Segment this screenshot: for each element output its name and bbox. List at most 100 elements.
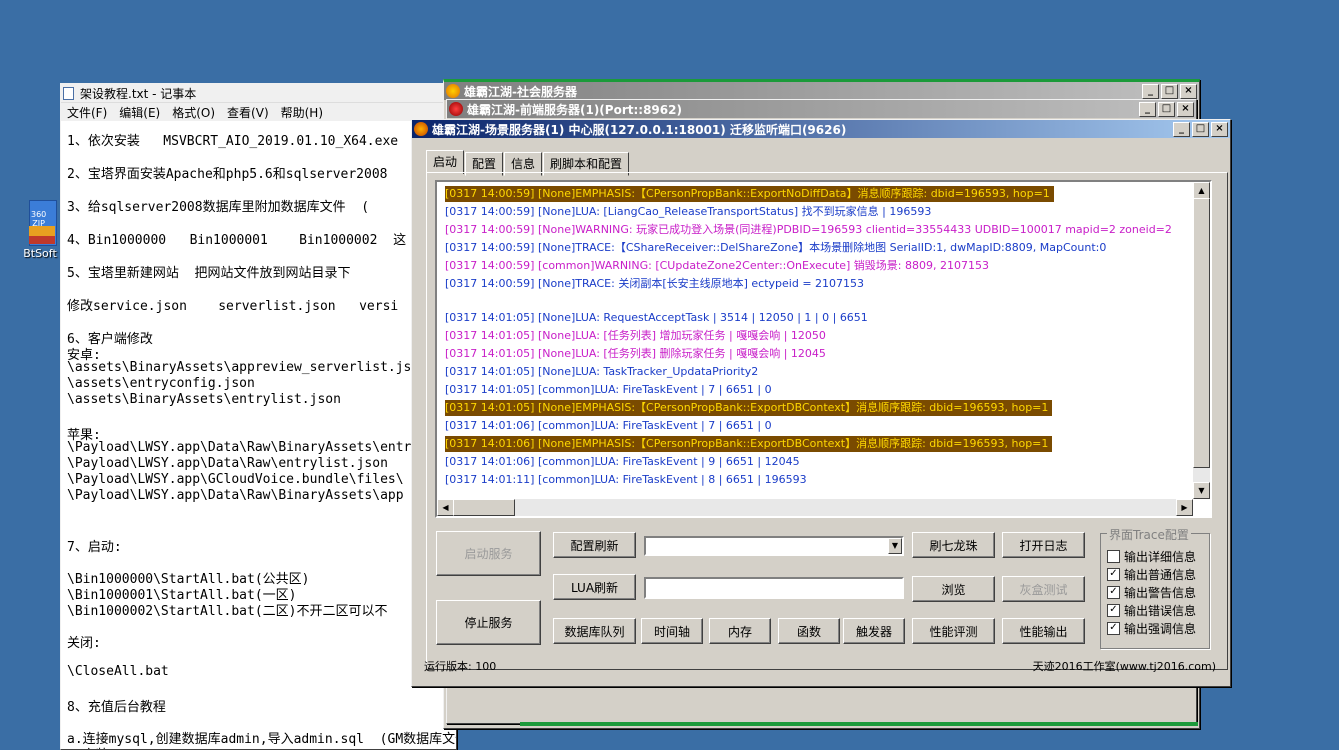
checkbox[interactable]: ✓: [1107, 586, 1120, 599]
menu-format[interactable]: 格式(O): [172, 104, 215, 121]
close-button[interactable]: ×: [1180, 83, 1197, 99]
checkbox[interactable]: [1107, 550, 1120, 563]
notepad-line: 关闭:: [67, 636, 101, 651]
notepad-line: \Payload\LWSY.app\Data\Raw\BinaryAssets\…: [67, 488, 404, 503]
front-server-titlebar[interactable]: 雄霸江湖-前端服务器(1)(Port::8962) _ □ ×: [447, 100, 1196, 118]
log-output[interactable]: [0317 14:00:59] [None]EMPHASIS:【CPersonP…: [435, 180, 1212, 518]
minimize-button[interactable]: _: [1142, 83, 1159, 99]
log-line: [0317 14:01:05] [None]LUA: [任务列表] 删除玩家任务…: [445, 347, 826, 360]
log-line: [0317 14:01:05] [None]EMPHASIS:【CPersonP…: [445, 400, 1053, 416]
browse-button[interactable]: 浏览: [912, 576, 995, 602]
functions-button[interactable]: 函数: [778, 618, 840, 644]
notepad-line: \CloseAll.bat: [67, 664, 169, 679]
chevron-down-icon[interactable]: ▼: [888, 538, 902, 554]
app-icon: [446, 84, 460, 98]
log-line: [0317 14:01:05] [common]LUA: FireTaskEve…: [445, 383, 772, 396]
social-server-titlebar[interactable]: 雄霸江湖-社会服务器 _ □ ×: [444, 82, 1199, 100]
start-service-button[interactable]: 启动服务: [436, 531, 541, 576]
menu-file[interactable]: 文件(F): [67, 104, 107, 121]
checkbox-label: 输出强调信息: [1124, 622, 1197, 636]
log-line: [0317 14:00:59] [common]WARNING: [CUpdat…: [445, 259, 989, 272]
scroll-left-arrow-icon[interactable]: ◀: [437, 499, 454, 516]
stop-service-button[interactable]: 停止服务: [436, 600, 541, 645]
notepad-title: 架设教程.txt - 记事本: [80, 86, 197, 101]
minimize-button[interactable]: _: [1173, 121, 1190, 137]
lua-refresh-button[interactable]: LUA刷新: [553, 574, 636, 600]
notepad-titlebar[interactable]: 架设教程.txt - 记事本: [61, 84, 456, 103]
notepad-line: \assets\BinaryAssets\appreview_serverlis…: [67, 360, 428, 375]
maximize-button[interactable]: □: [1158, 101, 1175, 117]
notepad-line: 2、宝塔界面安装Apache和php5.6和sqlserver2008: [67, 167, 388, 182]
notepad-line: 7、启动:: [67, 540, 122, 555]
notepad-line: 1、依次安装 MSVBCRT_AIO_2019.01.10_X64.exe: [67, 134, 399, 149]
config-refresh-button[interactable]: 配置刷新: [553, 532, 636, 558]
close-button[interactable]: ×: [1177, 101, 1194, 117]
trace-config-title: 界面Trace配置: [1107, 526, 1191, 543]
trace-config-group: 界面Trace配置 输出详细信息 ✓ 输出普通信息 ✓ 输出警告信息 ✓ 输出错…: [1100, 526, 1210, 649]
archive-badge: 360 ZIP: [31, 210, 47, 228]
perf-eval-button[interactable]: 性能评测: [912, 618, 995, 644]
log-line: [0317 14:01:06] [common]LUA: FireTaskEve…: [445, 419, 772, 432]
checkbox[interactable]: ✓: [1107, 568, 1120, 581]
notepad-icon: [63, 86, 74, 100]
perf-output-button[interactable]: 性能输出: [1002, 618, 1085, 644]
trace-option-verbose[interactable]: 输出详细信息: [1107, 548, 1196, 565]
tab-start[interactable]: 启动: [426, 150, 465, 174]
log-line: [0317 14:01:05] [None]LUA: TaskTracker_U…: [445, 365, 759, 378]
trace-option-emphasis[interactable]: ✓ 输出强调信息: [1107, 620, 1196, 637]
log-line: [0317 14:01:05] [None]LUA: RequestAccept…: [445, 311, 868, 324]
log-line: [0317 14:01:06] [None]EMPHASIS:【CPersonP…: [445, 436, 1053, 452]
scroll-right-arrow-icon[interactable]: ▶: [1176, 499, 1193, 516]
log-horizontal-scrollbar[interactable]: ◀ ▶: [437, 499, 1193, 516]
log-line: [0317 14:01:06] [common]LUA: FireTaskEve…: [445, 455, 800, 468]
log-vertical-scrollbar[interactable]: ▲ ▼: [1193, 182, 1210, 499]
notepad-line: \assets\BinaryAssets\entrylist.json: [67, 392, 341, 407]
minimize-button[interactable]: _: [1139, 101, 1156, 117]
log-line: [0317 14:00:59] [None]EMPHASIS:【CPersonP…: [445, 186, 1054, 202]
checkbox-label: 输出警告信息: [1124, 586, 1197, 600]
db-queue-button[interactable]: 数据库队列: [553, 618, 636, 644]
gray-box-test-button[interactable]: 灰盒测试: [1002, 576, 1085, 602]
dragon-ball-refresh-button[interactable]: 刷七龙珠: [912, 532, 995, 558]
social-server-title: 雄霸江湖-社会服务器: [464, 84, 577, 99]
trace-option-warning[interactable]: ✓ 输出警告信息: [1107, 584, 1196, 601]
config-select[interactable]: ▼: [644, 536, 904, 556]
log-line: [0317 14:00:59] [None]TRACE:【CShareRecei…: [445, 241, 1107, 254]
start-tab-panel: [0317 14:00:59] [None]EMPHASIS:【CPersonP…: [426, 172, 1228, 670]
notepad-line: 3、给sqlserver2008数据库里附加数据库文件 (: [67, 200, 370, 215]
log-line: [0317 14:01:11] [common]LUA: FireTaskEve…: [445, 473, 807, 486]
notepad-line: \assets\entryconfig.json: [67, 376, 255, 391]
notepad-window: 架设教程.txt - 记事本 文件(F) 编辑(E) 格式(O) 查看(V) 帮…: [60, 83, 457, 750]
log-line: [0317 14:00:59] [None]LUA: [LiangCao_Rel…: [445, 205, 932, 218]
notepad-line: 修改service.json serverlist.json versi: [67, 299, 399, 314]
maximize-button[interactable]: □: [1161, 83, 1178, 99]
checkbox[interactable]: ✓: [1107, 622, 1120, 635]
notepad-menubar: 文件(F) 编辑(E) 格式(O) 查看(V) 帮助(H): [61, 103, 456, 121]
menu-view[interactable]: 查看(V): [227, 104, 269, 121]
trace-option-error[interactable]: ✓ 输出错误信息: [1107, 602, 1196, 619]
scroll-thumb[interactable]: [1193, 198, 1210, 468]
lua-path-input[interactable]: [644, 577, 904, 599]
log-lines: [0317 14:00:59] [None]EMPHASIS:【CPersonP…: [445, 184, 1190, 498]
memory-button[interactable]: 内存: [709, 618, 771, 644]
notepad-line: \Payload\LWSY.app\Data\Raw\BinaryAssets\…: [67, 440, 420, 455]
scroll-down-arrow-icon[interactable]: ▼: [1193, 482, 1210, 499]
desktop-icon-btsoft[interactable]: 360 ZIP BtSoft: [18, 200, 62, 260]
checkbox[interactable]: ✓: [1107, 604, 1120, 617]
menu-edit[interactable]: 编辑(E): [119, 104, 160, 121]
notepad-text-area[interactable]: 1、依次安装 MSVBCRT_AIO_2019.01.10_X64.exe 2、宝…: [61, 122, 456, 749]
timeline-button[interactable]: 时间轴: [641, 618, 703, 644]
scroll-thumb[interactable]: [453, 499, 515, 516]
archive-icon: 360 ZIP: [25, 200, 57, 246]
triggers-button[interactable]: 触发器: [843, 618, 905, 644]
close-button[interactable]: ×: [1211, 121, 1228, 137]
scene-server-titlebar[interactable]: 雄霸江湖-场景服务器(1) 中心服(127.0.0.1:18001) 迁移监听端…: [412, 120, 1230, 138]
scroll-up-arrow-icon[interactable]: ▲: [1193, 182, 1210, 199]
scene-server-window: 雄霸江湖-场景服务器(1) 中心服(127.0.0.1:18001) 迁移监听端…: [411, 119, 1231, 687]
maximize-button[interactable]: □: [1192, 121, 1209, 137]
log-line: [0317 14:00:59] [None]WARNING: 玩家已成功登入场景…: [445, 223, 1172, 236]
menu-help[interactable]: 帮助(H): [281, 104, 323, 121]
notepad-line: \Payload\LWSY.app\Data\Raw\entrylist.jso…: [67, 456, 388, 471]
open-log-button[interactable]: 打开日志: [1002, 532, 1085, 558]
trace-option-normal[interactable]: ✓ 输出普通信息: [1107, 566, 1196, 583]
